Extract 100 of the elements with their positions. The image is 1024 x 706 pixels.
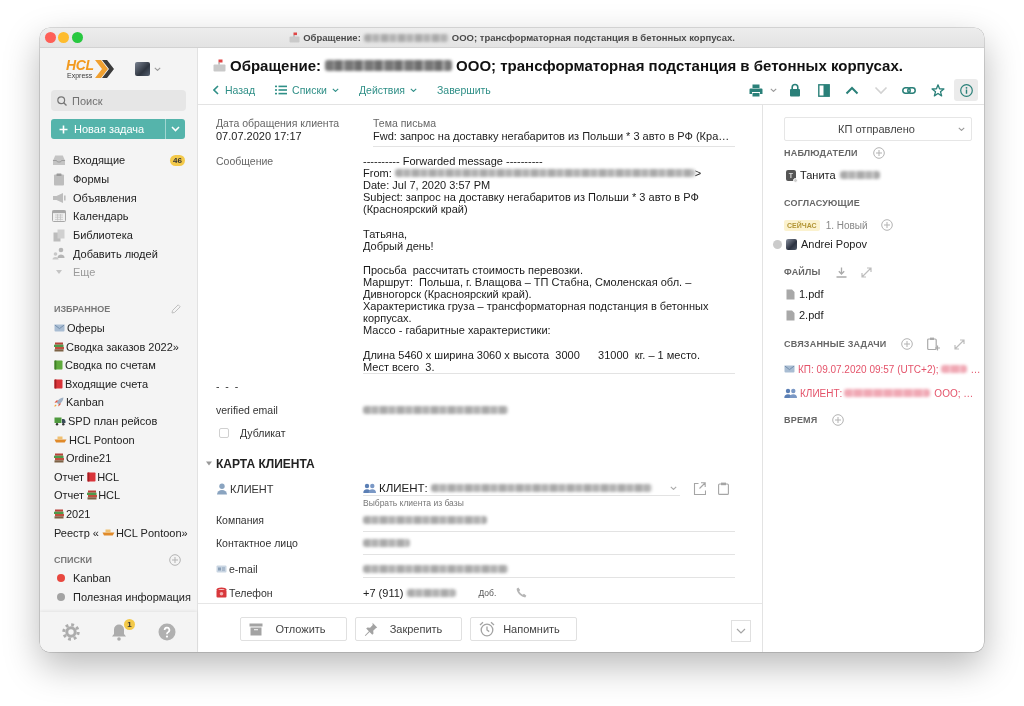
action-button[interactable]: Напомнить (470, 617, 577, 641)
add-circle-icon[interactable] (832, 414, 845, 426)
favorite-item[interactable]: SPD план рейсов (40, 411, 197, 431)
alarm-clock-icon (479, 621, 495, 637)
nav-item[interactable]: Календарь (40, 207, 197, 226)
list-icon (275, 85, 288, 95)
caret-icon (171, 126, 180, 132)
favorite-item[interactable]: Kanban (40, 393, 197, 412)
finish-button[interactable]: Завершить (436, 79, 491, 101)
person-name[interactable]: Танита (800, 169, 836, 181)
action-button[interactable]: Закрепить (355, 617, 462, 641)
close-button[interactable] (44, 32, 56, 43)
chevron-down-icon (873, 85, 888, 95)
lists-menu-button[interactable]: Списки (275, 79, 339, 101)
field-label: Телефон (229, 586, 273, 599)
megaphone-icon (52, 191, 66, 204)
disclosure-triangle-icon[interactable] (206, 461, 212, 467)
caret-icon (670, 486, 677, 491)
avatar-image[interactable] (134, 62, 150, 76)
expand-icon[interactable] (954, 338, 966, 350)
add-circle-icon[interactable] (872, 147, 885, 159)
caret-icon (331, 88, 339, 92)
favorite-item[interactable]: Оферы (40, 318, 197, 338)
stage-label: 1. Новый (825, 219, 868, 231)
subject-field[interactable]: Fwd: запрос на доставку негабаритов из Польши * 3 авто в РФ (Кра… (373, 129, 735, 147)
favorite-item[interactable]: Сводка заказов 2022» (40, 337, 197, 356)
collapse-button[interactable] (731, 620, 751, 642)
caret-icon (769, 88, 777, 92)
person-name[interactable]: Andrei Popov (801, 238, 868, 250)
favorite-item[interactable]: Отчет HCL (40, 486, 197, 505)
download-icon[interactable] (835, 266, 847, 278)
file-link[interactable]: 1.pdf (784, 287, 824, 301)
section-heading: СВЯЗАННЫЕ ЗАДАЧИ (784, 339, 887, 349)
field-label: Компания (216, 513, 265, 526)
back-button[interactable]: Назад (213, 79, 256, 101)
expand-icon[interactable] (860, 266, 872, 278)
message-text: From: (363, 167, 393, 180)
info-button[interactable] (954, 79, 978, 101)
field-label: e-mail (229, 562, 258, 575)
status-dot (793, 177, 798, 183)
section-heading: НАБЛЮДАТЕЛИ (784, 148, 858, 158)
rocket-icon (54, 397, 64, 408)
archive-icon (249, 622, 263, 636)
id-card-icon (216, 564, 227, 573)
favorite-item[interactable]: Реестр « HCL Pontoon» (40, 523, 197, 542)
favorite-item[interactable]: Отчет HCL (40, 467, 197, 487)
caret-icon (153, 67, 161, 71)
favorite-item[interactable]: HCL Pontoon (40, 430, 197, 449)
client-select[interactable]: КЛИЕНТ: (363, 481, 680, 496)
favorite-item[interactable]: Сводка по счетам (40, 356, 197, 375)
favorite-item[interactable]: Входящие счета (40, 374, 197, 394)
add-circle-icon[interactable] (880, 219, 893, 231)
nav-item[interactable]: Библиотека (40, 225, 197, 245)
related-task-link[interactable]: КЛИЕНТ: ООО; … (784, 386, 974, 400)
add-people-icon (52, 247, 66, 261)
list-item[interactable]: Полезная информация (40, 587, 197, 606)
mailbox-icon (289, 32, 301, 43)
plus-icon (59, 124, 68, 134)
favorite-item[interactable]: 2021 (40, 504, 197, 524)
section-heading: ИЗБРАННОЕ (54, 303, 111, 314)
help-icon[interactable] (158, 623, 176, 641)
nav-item[interactable]: Формы (40, 169, 197, 189)
bell-icon[interactable] (111, 623, 127, 641)
favorite-item[interactable]: Ordine21 (40, 448, 197, 468)
page-title: Обращение: (230, 56, 322, 74)
phone-icon[interactable] (516, 587, 528, 599)
search-icon (57, 95, 67, 106)
chevron-down-icon (736, 628, 746, 634)
list-item[interactable]: Kanban (40, 568, 197, 588)
add-circle-icon[interactable] (169, 553, 181, 566)
status-dropdown[interactable]: КП отправлено (784, 117, 972, 141)
checkbox[interactable] (219, 427, 229, 438)
nav-item[interactable]: Добавить людей (40, 244, 197, 264)
redacted-text (363, 538, 410, 547)
nav-item[interactable]: Объявления (40, 188, 197, 208)
file-link[interactable]: 2.pdf (784, 308, 824, 322)
external-link-icon[interactable] (693, 482, 706, 496)
zoom-button[interactable] (71, 32, 83, 43)
file-icon (786, 309, 795, 321)
chevrons-icon (93, 59, 114, 79)
action-button[interactable]: Отложить (240, 617, 347, 641)
add-circle-icon[interactable] (901, 338, 914, 350)
chevron-up-icon (845, 85, 859, 95)
minimize-button[interactable] (58, 32, 69, 43)
dropdown-button[interactable] (165, 119, 185, 139)
printer-icon (748, 83, 763, 97)
section-heading: ФАЙЛЫ (784, 267, 821, 277)
input-field[interactable] (363, 562, 735, 578)
nav-item[interactable]: Входящие 46 (40, 151, 197, 170)
clipboard-icon[interactable] (718, 482, 729, 496)
search-field[interactable]: Поиск (51, 90, 186, 111)
settings-icon[interactable] (62, 623, 80, 641)
field-label: Сообщение (216, 155, 274, 167)
add-clipboard-icon[interactable] (927, 337, 941, 351)
actions-menu-button[interactable]: Действия (358, 79, 417, 101)
book-icon (54, 378, 63, 389)
input-field[interactable] (363, 536, 735, 555)
related-task-link[interactable]: КП: 09.07.2020 09:57 (UTC+2); … (784, 362, 981, 376)
input-field[interactable] (363, 513, 735, 532)
pencil-icon[interactable] (171, 303, 181, 314)
